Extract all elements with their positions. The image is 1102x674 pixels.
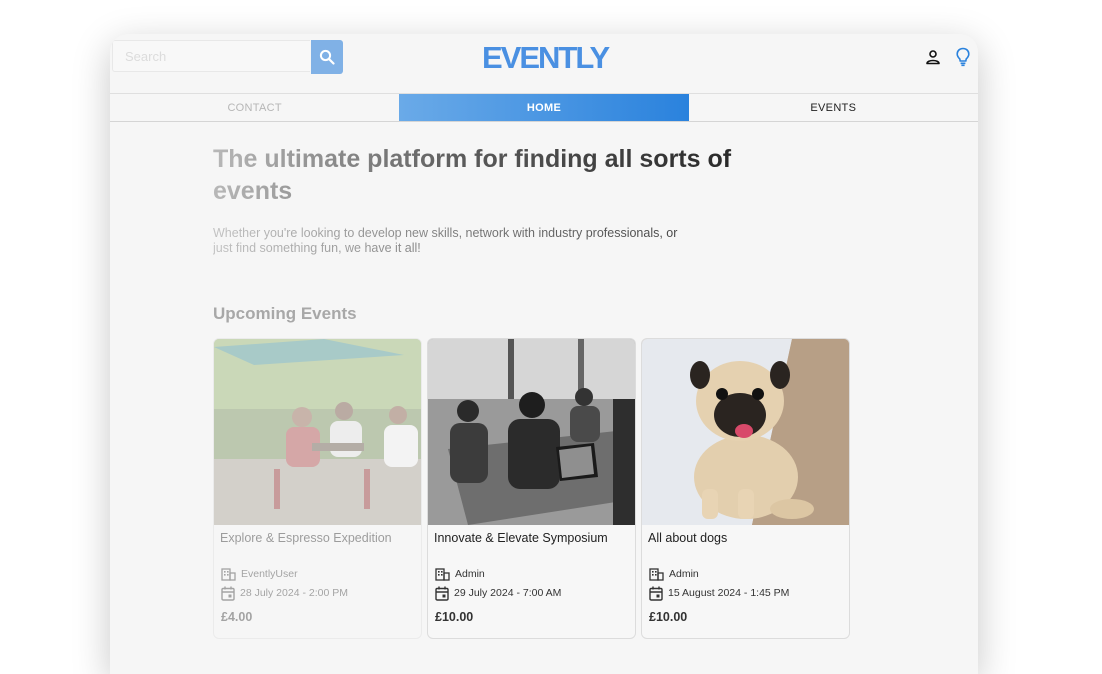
event-card[interactable]: Innovate & Elevate Symposium Admin 29 Ju… (427, 338, 636, 639)
event-image (428, 339, 635, 525)
organizer-name: EventlyUser (241, 568, 298, 580)
organizer-name: Admin (455, 568, 485, 580)
calendar-icon (435, 586, 449, 601)
building-icon (649, 567, 664, 581)
event-card[interactable]: Explore & Espresso Expedition EventlyUse… (213, 338, 422, 639)
app-window: EVENTLY CONTACT HOME EVENTS The ultimate… (110, 34, 978, 674)
event-organizer: EventlyUser (221, 566, 298, 582)
event-datetime: 15 August 2024 - 1:45 PM (668, 587, 790, 599)
hero-title: The ultimate platform for finding all so… (213, 143, 773, 207)
calendar-icon (221, 586, 235, 601)
event-title[interactable]: Explore & Espresso Expedition (220, 531, 392, 545)
search-bar (112, 40, 344, 74)
upcoming-events-title: Upcoming Events (213, 304, 357, 323)
theme-toggle-button[interactable] (952, 46, 974, 68)
main-nav: CONTACT HOME EVENTS (110, 93, 978, 122)
event-price: £10.00 (435, 610, 474, 624)
event-datetime: 29 July 2024 - 7:00 AM (454, 587, 562, 599)
account-button[interactable] (922, 46, 944, 68)
event-card[interactable]: All about dogs Admin 15 August 2024 - 1:… (641, 338, 850, 639)
event-date: 28 July 2024 - 2:00 PM (221, 585, 348, 601)
event-date: 29 July 2024 - 7:00 AM (435, 585, 561, 601)
tab-contact[interactable]: CONTACT (110, 94, 399, 121)
tab-events[interactable]: EVENTS (689, 94, 978, 121)
organizer-name: Admin (669, 568, 699, 580)
building-icon (221, 567, 236, 581)
event-organizer: Admin (435, 566, 485, 582)
event-image (642, 339, 849, 525)
event-price: £10.00 (649, 610, 688, 624)
event-datetime: 28 July 2024 - 2:00 PM (240, 587, 348, 599)
event-organizer: Admin (649, 566, 699, 582)
event-image (214, 339, 421, 525)
logo[interactable]: EVENTLY (482, 40, 610, 76)
calendar-icon (649, 586, 663, 601)
hero-subtitle: Whether you're looking to develop new sk… (213, 226, 683, 256)
lightbulb-icon (955, 47, 971, 67)
event-title[interactable]: Innovate & Elevate Symposium (434, 531, 608, 545)
account-icon (925, 49, 941, 65)
tab-home[interactable]: HOME (399, 94, 689, 121)
search-icon (319, 49, 335, 65)
search-button[interactable] (311, 40, 343, 74)
building-icon (435, 567, 450, 581)
event-title[interactable]: All about dogs (648, 531, 727, 545)
search-input[interactable] (112, 40, 310, 72)
event-date: 15 August 2024 - 1:45 PM (649, 585, 789, 601)
event-price: £4.00 (221, 610, 253, 624)
